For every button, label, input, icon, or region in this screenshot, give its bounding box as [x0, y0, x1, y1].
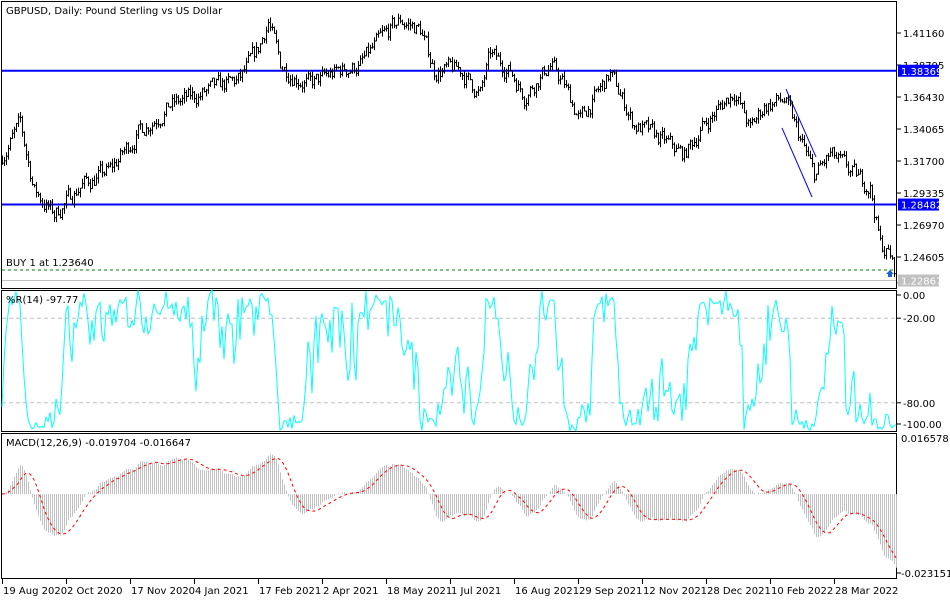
wpr-tick-label: -20.00: [903, 314, 935, 325]
date-tick-label: 12 Nov 2021: [643, 586, 707, 597]
order-label: BUY 1 at 1.23640: [6, 258, 94, 269]
date-tick-label: 16 Aug 2021: [515, 586, 579, 597]
date-tick-label: 10 Feb 2022: [771, 586, 833, 597]
price-tick-label: 1.31700: [903, 157, 944, 168]
wpr-tick-label: -100.00: [903, 420, 942, 431]
date-tick-label: 17 Nov 2020: [131, 586, 195, 597]
date-tick-label: 2 Oct 2020: [67, 586, 122, 597]
date-tick-label: 28 Dec 2021: [707, 586, 771, 597]
date-tick-label: 29 Sep 2021: [579, 586, 642, 597]
wpr-tick-label: -80.00: [903, 399, 935, 410]
date-tick-label: 1 Jul 2021: [451, 586, 501, 597]
macd-tick-label: -0.023151: [901, 569, 950, 580]
price-line-label: 1.28482: [901, 201, 942, 212]
price-tick-label: 1.34065: [903, 125, 944, 136]
macd-title: MACD(12,26,9) -0.019704 -0.016647: [6, 438, 191, 449]
bid-label: 1.22867: [901, 277, 942, 288]
date-tick-label: 28 Mar 2022: [835, 586, 898, 597]
date-tick-label: 18 May 2021: [387, 586, 452, 597]
wpr-tick-label: 0.00: [903, 291, 925, 302]
date-tick-label: 2 Apr 2021: [323, 586, 378, 597]
trading-chart[interactable]: 1.411601.387951.364301.340651.317001.293…: [0, 0, 950, 600]
price-tick-label: 1.26970: [903, 221, 944, 232]
date-tick-label: 4 Jan 2021: [195, 586, 249, 597]
price-tick-label: 1.36430: [903, 93, 944, 104]
macd-tick-label: 0.016578: [901, 434, 949, 445]
price-tick-label: 1.29335: [903, 189, 944, 200]
wpr-title: %R(14) -97.77: [6, 295, 78, 306]
price-panel[interactable]: [1, 1, 897, 289]
date-tick-label: 17 Feb 2021: [259, 586, 321, 597]
price-line-label: 1.38369: [901, 67, 942, 78]
price-tick-label: 1.41160: [903, 29, 944, 40]
price-tick-label: 1.24605: [903, 253, 944, 264]
date-tick-label: 19 Aug 2020: [3, 586, 67, 597]
chart-title: GBPUSD, Daily: Pound Sterling vs US Doll…: [6, 6, 223, 17]
